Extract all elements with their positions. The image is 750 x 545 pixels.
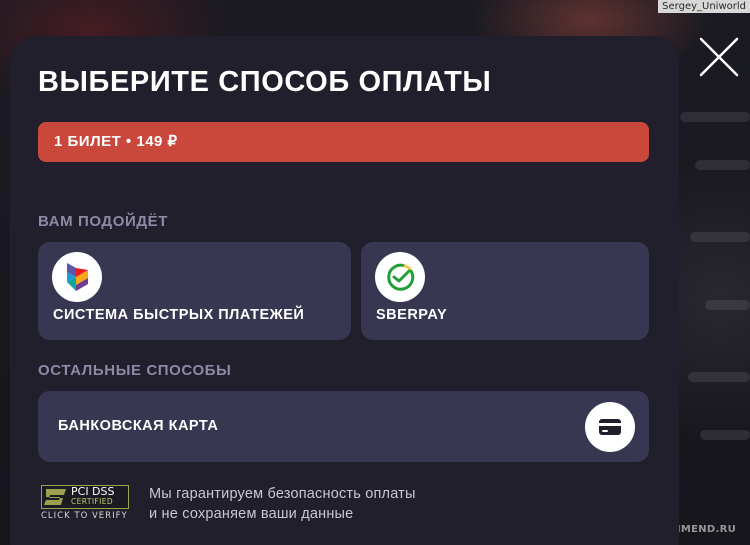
pci-dss-certified: CERTIFIED — [71, 497, 114, 506]
payment-option-sbp[interactable]: СИСТЕМА БЫСТРЫХ ПЛАТЕЖЕЙ — [38, 242, 351, 340]
payment-modal: ВЫБЕРИТЕ СПОСОБ ОПЛАТЫ 1 БИЛЕТ • 149 ₽ В… — [10, 36, 679, 545]
modal-title: ВЫБЕРИТЕ СПОСОБ ОПЛАТЫ — [38, 66, 492, 98]
payment-option-sbp-label: СИСТЕМА БЫСТРЫХ ПЛАТЕЖЕЙ — [53, 307, 305, 323]
bank-card-icon-circle — [585, 402, 635, 452]
security-note-line1: Мы гарантируем безопасность оплаты — [149, 486, 416, 502]
sbp-logo-icon — [67, 263, 88, 291]
close-button[interactable] — [698, 36, 740, 78]
background-shape — [705, 300, 750, 310]
pci-s-logo-icon — [44, 489, 66, 505]
background-shape — [695, 160, 750, 170]
background-shape — [680, 112, 750, 122]
background-shape — [688, 372, 750, 382]
watermark-username: Sergey_Uniworld — [658, 0, 750, 13]
sbp-logo — [52, 252, 102, 302]
ticket-price-bar: 1 БИЛЕТ • 149 ₽ — [38, 122, 649, 162]
payment-option-sberpay-label: SBERPAY — [376, 307, 448, 323]
sberpay-logo — [375, 252, 425, 302]
background-shape — [700, 430, 750, 440]
security-note-line2: и не сохраняем ваши данные — [149, 506, 354, 522]
recommended-section-label: ВАМ ПОДОЙДЁТ — [38, 213, 169, 230]
background-shape — [690, 232, 750, 242]
security-note: Мы гарантируем безопасность оплаты и не … — [149, 484, 416, 524]
pci-dss-title: PCI DSS — [71, 485, 115, 498]
payment-option-sberpay[interactable]: SBERPAY — [361, 242, 649, 340]
pci-dss-badge[interactable]: PCI DSS CERTIFIED CLICK TO VERIFY — [40, 485, 132, 523]
bank-card-icon — [599, 419, 621, 435]
payment-option-bank-card-label: БАНКОВСКАЯ КАРТА — [58, 418, 219, 434]
close-icon — [699, 37, 739, 77]
pci-verify-link[interactable]: CLICK TO VERIFY — [41, 511, 128, 521]
sberpay-logo-icon — [387, 263, 415, 291]
payment-option-bank-card[interactable]: БАНКОВСКАЯ КАРТА — [38, 391, 649, 462]
other-section-label: ОСТАЛЬНЫЕ СПОСОБЫ — [38, 362, 232, 379]
pci-dss-box: PCI DSS CERTIFIED — [41, 485, 129, 509]
